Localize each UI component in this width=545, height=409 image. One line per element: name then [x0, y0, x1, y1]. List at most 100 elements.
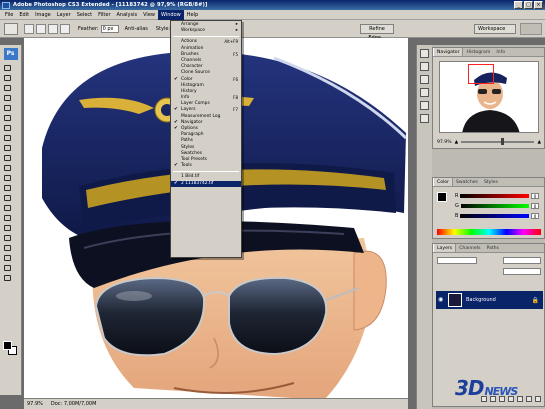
tool-presets-panel-icon[interactable]	[420, 88, 429, 97]
photoshop-app-icon	[2, 1, 10, 9]
tab-channels[interactable]: Channels	[456, 244, 483, 252]
opacity-field[interactable]	[503, 257, 541, 264]
gradient-tool-icon[interactable]	[2, 173, 11, 181]
status-doc-size: Doc: 7,00M/7,00M	[50, 401, 97, 407]
green-slider[interactable]	[460, 203, 529, 208]
magic-wand-tool-icon[interactable]	[2, 93, 11, 101]
blend-mode-dropdown[interactable]	[437, 257, 477, 264]
eye-icon[interactable]: ◉	[438, 296, 446, 304]
status-bar: 97.9% Doc: 7,00M/7,00M	[24, 398, 408, 409]
menu-bar: File Edit Image Layer Select Filter Anal…	[0, 9, 545, 20]
navigator-tabs: Navigator Histogram Info	[433, 48, 544, 57]
submenu-arrow-icon: ▸	[235, 28, 238, 34]
shape-tool-icon[interactable]	[2, 233, 11, 241]
hand-tool-icon[interactable]	[2, 263, 11, 271]
paragraph-panel-icon[interactable]	[420, 114, 429, 123]
menu-view[interactable]: View	[140, 10, 158, 20]
menu-window[interactable]: Window	[158, 9, 184, 20]
refine-edge-button[interactable]: Refine Edge...	[360, 24, 394, 41]
foreground-color-swatch[interactable]	[3, 341, 12, 350]
pen-tool-icon[interactable]	[2, 223, 11, 231]
menu-image[interactable]: Image	[32, 10, 54, 20]
notes-tool-icon[interactable]	[2, 243, 11, 251]
layer-row-background[interactable]: ◉ Background 🔒	[436, 291, 543, 309]
zoom-tool-icon[interactable]	[2, 273, 11, 281]
move-tool-icon[interactable]	[2, 63, 11, 71]
brush-tool-icon[interactable]	[2, 133, 11, 141]
lock-options[interactable]	[437, 268, 477, 275]
add-selection-icon[interactable]	[36, 23, 46, 34]
tab-color[interactable]: Color	[433, 178, 453, 186]
menu-analysis[interactable]: Analysis	[114, 10, 141, 20]
fill-field[interactable]	[503, 268, 541, 275]
lasso-tool-icon[interactable]	[2, 83, 11, 91]
eraser-tool-icon[interactable]	[2, 163, 11, 171]
trash-icon[interactable]	[535, 396, 541, 402]
status-zoom[interactable]: 97.9%	[27, 401, 43, 407]
menu-separator	[173, 171, 239, 173]
antialias-label[interactable]: Anti-alias	[125, 26, 148, 32]
healing-tool-icon[interactable]	[2, 123, 11, 131]
panel-dock: Navigator Histogram Info 97.9% ▲ ▲ Color…	[432, 45, 545, 409]
feather-input[interactable]: 0 px	[100, 24, 119, 33]
intersect-selection-icon[interactable]	[60, 23, 70, 34]
tab-paths[interactable]: Paths	[483, 244, 502, 252]
character-panel-icon[interactable]	[420, 101, 429, 110]
type-tool-icon[interactable]	[2, 213, 11, 221]
menu-help[interactable]: Help	[184, 10, 201, 20]
zoom-value[interactable]: 97.9%	[437, 140, 452, 145]
zoom-slider[interactable]	[461, 138, 535, 145]
menu-item-workspace[interactable]: Workspace ▸	[171, 28, 241, 34]
color-spectrum-bar[interactable]	[437, 229, 541, 235]
zoom-out-icon[interactable]: ▲	[455, 140, 459, 145]
workspace-dropdown[interactable]: Workspace	[474, 24, 516, 34]
tab-histogram[interactable]: Histogram	[463, 48, 493, 56]
tab-swatches[interactable]: Swatches	[453, 178, 481, 186]
path-selection-tool-icon[interactable]	[2, 203, 11, 211]
slice-tool-icon[interactable]	[2, 113, 11, 121]
maximize-button[interactable]: □	[524, 1, 533, 9]
tab-styles[interactable]: Styles	[481, 178, 501, 186]
dodge-tool-icon[interactable]	[2, 193, 11, 201]
menu-item-document-2[interactable]: ✔ 2 11183742.tif	[171, 180, 241, 187]
ps-logo: Ps	[3, 48, 18, 60]
new-layer-icon[interactable]	[526, 396, 532, 402]
menu-select[interactable]: Select	[74, 10, 95, 20]
crop-tool-icon[interactable]	[2, 103, 11, 111]
history-panel-icon[interactable]	[420, 49, 429, 58]
navigator-preview[interactable]	[439, 61, 539, 133]
green-value-input[interactable]: 0	[531, 202, 539, 209]
actions-panel-icon[interactable]	[420, 62, 429, 71]
minimize-button[interactable]: _	[514, 1, 523, 9]
subtract-selection-icon[interactable]	[48, 23, 58, 34]
tab-info[interactable]: Info	[493, 48, 508, 56]
new-group-icon[interactable]	[517, 396, 523, 402]
zoom-in-icon[interactable]: ▲	[537, 140, 541, 145]
eyedropper-tool-icon[interactable]	[2, 253, 11, 261]
tab-layers[interactable]: Layers	[433, 244, 457, 252]
color-foreground-swatch[interactable]	[437, 192, 447, 202]
clone-stamp-tool-icon[interactable]	[2, 143, 11, 151]
marquee-tool-preset-icon[interactable]	[4, 22, 18, 35]
navigator-view-box[interactable]	[468, 64, 494, 84]
blue-value-input[interactable]: 0	[531, 212, 539, 219]
new-selection-icon[interactable]	[24, 23, 34, 34]
blur-tool-icon[interactable]	[2, 183, 11, 191]
menu-filter[interactable]: Filter	[95, 10, 113, 20]
menu-file[interactable]: File	[2, 10, 16, 20]
blue-slider[interactable]	[460, 213, 529, 218]
red-slider[interactable]	[460, 193, 529, 198]
marquee-tool-icon[interactable]	[2, 73, 11, 81]
menu-layer[interactable]: Layer	[54, 10, 74, 20]
check-icon: ✔	[174, 180, 178, 186]
red-value-input[interactable]: 0	[531, 192, 539, 199]
lock-icon: 🔒	[531, 296, 539, 304]
menu-edit[interactable]: Edit	[16, 10, 32, 20]
close-button[interactable]: ×	[534, 1, 543, 9]
palette-well[interactable]	[520, 23, 542, 35]
history-brush-tool-icon[interactable]	[2, 153, 11, 161]
tab-navigator[interactable]: Navigator	[433, 48, 464, 56]
brushes-panel-icon[interactable]	[420, 75, 429, 84]
layer-name: Background	[466, 297, 496, 303]
menu-item-tools[interactable]: ✔ Tools	[171, 163, 241, 169]
